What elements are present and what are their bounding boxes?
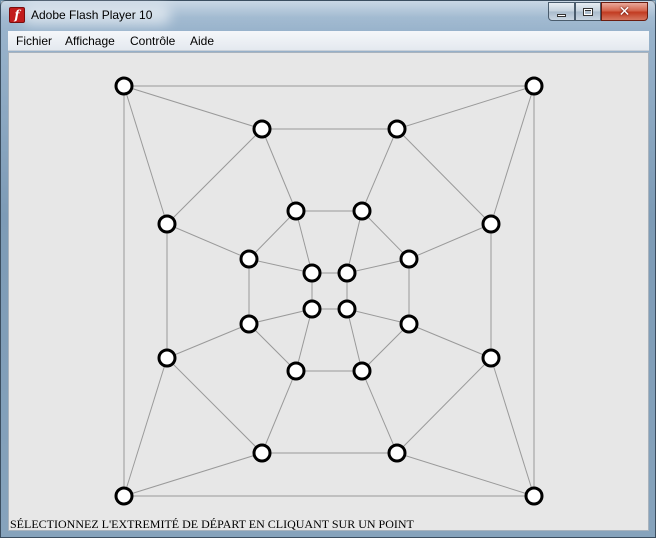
- board-edge: [361, 370, 398, 454]
- status-message: SÉLECTIONNEZ L'EXTREMITÉ DE DÉPART EN CL…: [10, 517, 414, 531]
- board-node[interactable]: [387, 119, 407, 139]
- board-edge: [396, 128, 492, 225]
- board-edge: [123, 357, 168, 497]
- window-title: Adobe Flash Player 10: [31, 8, 153, 22]
- board-node[interactable]: [157, 348, 177, 368]
- board-edge: [346, 210, 363, 274]
- board-edge: [361, 128, 398, 212]
- board-edge: [490, 85, 535, 225]
- board-node[interactable]: [286, 201, 306, 221]
- title-bar[interactable]: f Adobe Flash Player 10 ✕: [1, 1, 655, 31]
- minimize-icon: [557, 13, 566, 17]
- board-edge: [166, 357, 263, 454]
- board-edge: [490, 357, 535, 497]
- close-icon: ✕: [618, 3, 631, 20]
- board-node[interactable]: [337, 299, 357, 319]
- menu-bar: Fichier Affichage Contrôle Aide: [8, 31, 649, 51]
- board-edge: [361, 323, 410, 372]
- board-edge: [396, 85, 535, 130]
- board-node[interactable]: [352, 361, 372, 381]
- board-node[interactable]: [399, 314, 419, 334]
- maximize-icon: [583, 7, 593, 16]
- board-edge: [408, 223, 492, 260]
- board-edge: [248, 308, 313, 325]
- board-edge: [261, 128, 297, 212]
- flash-icon[interactable]: f: [9, 7, 25, 23]
- board-node[interactable]: [157, 214, 177, 234]
- minimize-button[interactable]: [548, 2, 575, 21]
- board-node[interactable]: [114, 486, 134, 506]
- board-edge: [295, 308, 313, 372]
- board-edge: [361, 210, 410, 260]
- board-edge: [261, 370, 297, 454]
- board-edge: [396, 357, 492, 454]
- menu-fichier[interactable]: Fichier: [16, 34, 52, 48]
- board-node[interactable]: [524, 486, 544, 506]
- menu-aide[interactable]: Aide: [190, 34, 214, 48]
- board-node[interactable]: [114, 76, 134, 96]
- board-node[interactable]: [252, 443, 272, 463]
- board-node[interactable]: [481, 348, 501, 368]
- board-edge: [346, 308, 410, 325]
- board-edge: [166, 128, 263, 225]
- board-node[interactable]: [481, 214, 501, 234]
- maximize-button[interactable]: [575, 2, 601, 21]
- board-edge: [346, 308, 363, 372]
- board-edge: [248, 323, 297, 372]
- board-node[interactable]: [337, 263, 357, 283]
- board-edge: [123, 85, 263, 130]
- board-edge: [166, 223, 250, 260]
- board-node[interactable]: [286, 361, 306, 381]
- board-node[interactable]: [239, 249, 259, 269]
- flash-stage[interactable]: SÉLECTIONNEZ L'EXTREMITÉ DE DÉPART EN CL…: [8, 52, 649, 531]
- board-node[interactable]: [302, 299, 322, 319]
- board-edge: [248, 258, 313, 274]
- board-node[interactable]: [352, 201, 372, 221]
- board-node[interactable]: [399, 249, 419, 269]
- board-node[interactable]: [302, 263, 322, 283]
- menu-controle[interactable]: Contrôle: [130, 34, 175, 48]
- menu-affichage[interactable]: Affichage: [65, 34, 115, 48]
- board-edge: [123, 452, 263, 497]
- board-node[interactable]: [239, 314, 259, 334]
- board-node[interactable]: [524, 76, 544, 96]
- puzzle-board[interactable]: [9, 53, 648, 530]
- board-edge: [123, 85, 168, 225]
- flash-player-window: f Adobe Flash Player 10 ✕ Fichier Affich…: [0, 0, 656, 538]
- board-edge: [166, 323, 250, 359]
- board-edge: [396, 452, 535, 497]
- board-edge: [346, 258, 410, 274]
- close-button[interactable]: ✕: [601, 2, 648, 21]
- board-edge: [248, 210, 297, 260]
- board-node[interactable]: [387, 443, 407, 463]
- board-node[interactable]: [252, 119, 272, 139]
- board-edge: [408, 323, 492, 359]
- board-edge: [295, 210, 313, 274]
